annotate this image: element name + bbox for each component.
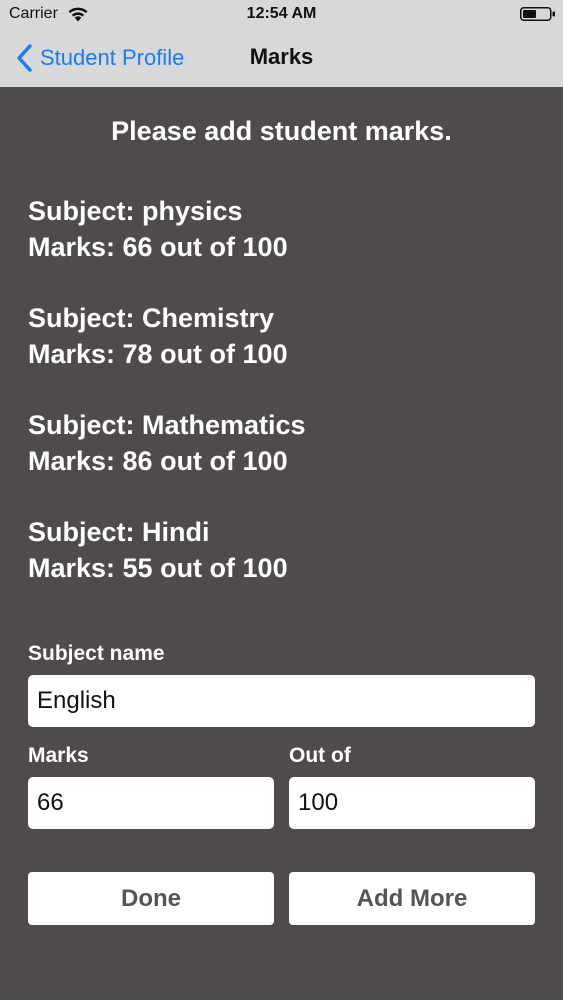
entry-subject: Subject: physics bbox=[28, 196, 243, 226]
entry-marks: Marks: 66 out of 100 bbox=[28, 232, 288, 262]
chevron-left-icon bbox=[17, 44, 32, 72]
marks-entry: Subject: physics Marks: 66 out of 100 bbox=[28, 193, 538, 300]
out-of-label: Out of bbox=[289, 744, 351, 767]
marks-list: Subject: physics Marks: 66 out of 100 Su… bbox=[28, 193, 538, 621]
navigation-bar: Student Profile Marks bbox=[0, 30, 563, 87]
entry-marks: Marks: 55 out of 100 bbox=[28, 553, 288, 583]
marks-entry: Subject: Hindi Marks: 55 out of 100 bbox=[28, 514, 538, 621]
marks-entry: Subject: Mathematics Marks: 86 out of 10… bbox=[28, 407, 538, 514]
marks-entry: Subject: Chemistry Marks: 78 out of 100 bbox=[28, 300, 538, 407]
entry-subject: Subject: Hindi bbox=[28, 517, 210, 547]
status-bar: Carrier 12:54 AM bbox=[0, 0, 563, 30]
subject-name-label: Subject name bbox=[28, 642, 165, 665]
marks-value: 66 bbox=[37, 789, 64, 816]
marks-label: Marks bbox=[28, 744, 89, 767]
subject-name-value: English bbox=[37, 687, 116, 714]
subject-name-input[interactable]: English bbox=[28, 675, 535, 727]
battery-icon bbox=[520, 7, 555, 21]
back-button-label: Student Profile bbox=[40, 45, 185, 70]
marks-input[interactable]: 66 bbox=[28, 777, 274, 829]
entry-marks: Marks: 86 out of 100 bbox=[28, 446, 288, 476]
entry-subject: Subject: Chemistry bbox=[28, 303, 275, 333]
add-more-button[interactable]: Add More bbox=[289, 872, 535, 925]
done-button[interactable]: Done bbox=[28, 872, 274, 925]
instruction-heading: Please add student marks. bbox=[111, 116, 452, 146]
entry-subject: Subject: Mathematics bbox=[28, 410, 306, 440]
status-time: 12:54 AM bbox=[246, 5, 317, 22]
entry-marks: Marks: 78 out of 100 bbox=[28, 339, 288, 369]
out-of-input[interactable]: 100 bbox=[289, 777, 535, 829]
page-title: Marks bbox=[249, 44, 314, 69]
out-of-value: 100 bbox=[298, 789, 339, 816]
back-button[interactable]: Student Profile bbox=[14, 40, 184, 76]
top-bar: Carrier 12:54 AM Student Profile Marks bbox=[0, 0, 563, 87]
